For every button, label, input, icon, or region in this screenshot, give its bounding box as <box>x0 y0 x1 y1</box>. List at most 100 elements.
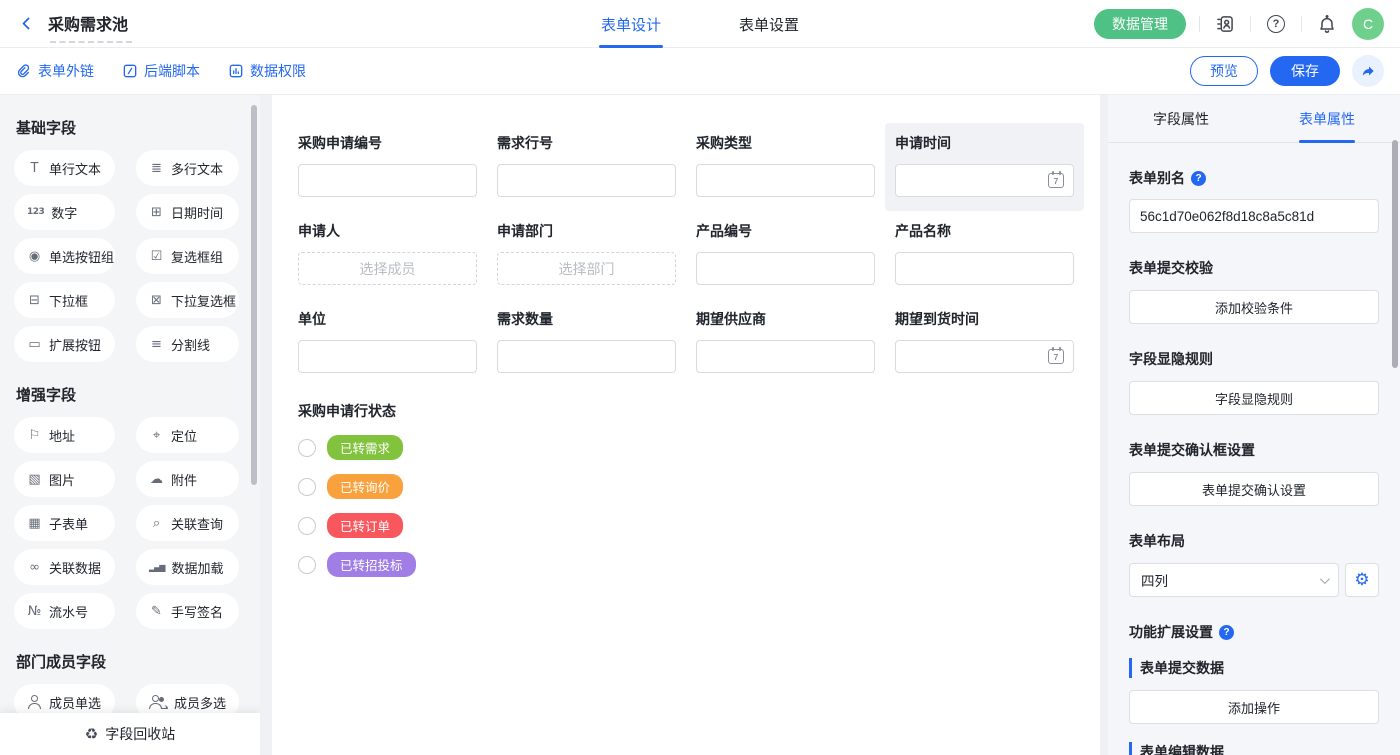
field-cell-purchase-request-no[interactable]: 采购申请编号 <box>288 123 487 211</box>
help-icon[interactable]: ? <box>1219 625 1234 640</box>
field-cell-applicant[interactable]: 申请人 选择成员 <box>288 211 487 299</box>
field-item-single-line-text[interactable]: T单行文本 <box>14 150 115 186</box>
tab-form-settings[interactable]: 表单设置 <box>739 0 799 48</box>
linked-data-icon: ∞ <box>27 560 42 575</box>
recycle-icon: ♻ <box>85 725 98 743</box>
back-button[interactable] <box>16 12 40 36</box>
field-item-signature[interactable]: ✎手写签名 <box>136 593 239 629</box>
toolbar-links: 表单外链 后端脚本 数据权限 <box>16 61 306 81</box>
text-input[interactable] <box>497 164 676 197</box>
field-item-address[interactable]: ⚐地址 <box>14 417 115 453</box>
field-item-location[interactable]: ⌖定位 <box>136 417 239 453</box>
external-link-action[interactable]: 表单外链 <box>16 61 94 81</box>
add-validation-button[interactable]: 添加校验条件 <box>1129 290 1379 324</box>
field-item-image[interactable]: ▧图片 <box>14 461 115 497</box>
page-title[interactable]: 采购需求池 <box>48 11 128 37</box>
text-input[interactable] <box>895 252 1074 285</box>
field-item-select[interactable]: ⊟下拉框 <box>14 282 115 318</box>
persons-icon <box>149 695 167 709</box>
user-avatar[interactable]: C <box>1352 8 1384 40</box>
field-item-number[interactable]: 123数字 <box>14 194 115 230</box>
sidebar-scrollbar[interactable] <box>251 105 257 485</box>
section-title-basic-fields: 基础字段 <box>16 117 246 138</box>
share-button[interactable] <box>1352 55 1384 87</box>
field-cell-product-no[interactable]: 产品编号 <box>686 211 885 299</box>
preview-button[interactable]: 预览 <box>1190 56 1258 86</box>
backend-script-action[interactable]: 后端脚本 <box>122 61 200 81</box>
tab-field-properties[interactable]: 字段属性 <box>1108 95 1254 142</box>
calendar-icon: 7 <box>1048 173 1064 188</box>
field-cell-demand-line-no[interactable]: 需求行号 <box>487 123 686 211</box>
member-picker[interactable]: 选择成员 <box>298 252 477 285</box>
subform-icon: ▦ <box>27 516 42 531</box>
form-toolbar: 表单外链 后端脚本 数据权限 预览 保存 <box>0 48 1400 95</box>
location-icon: ⌖ <box>149 428 164 443</box>
text-input[interactable] <box>696 252 875 285</box>
field-cell-unit[interactable]: 单位 <box>288 299 487 387</box>
data-permission-action[interactable]: 数据权限 <box>228 61 306 81</box>
field-item-data-load[interactable]: ▂▄▆数据加载 <box>136 549 239 585</box>
submit-data-sublabel: 表单提交数据 <box>1129 658 1379 678</box>
layout-settings-button[interactable]: ⚙ <box>1345 563 1379 597</box>
field-item-multi-line-text[interactable]: ≣多行文本 <box>136 150 239 186</box>
help-icon[interactable]: ? <box>1264 12 1288 36</box>
date-input[interactable]: 7 <box>895 164 1074 197</box>
divider <box>1199 16 1200 32</box>
text-input[interactable] <box>497 340 676 373</box>
add-submit-action-button[interactable]: 添加操作 <box>1129 690 1379 724</box>
text-input[interactable] <box>696 164 875 197</box>
notification-bell-icon[interactable] <box>1315 12 1339 36</box>
form-alias-input[interactable] <box>1129 199 1379 233</box>
field-visibility-label: 字段显隐规则 <box>1129 349 1379 369</box>
field-item-extend-button[interactable]: ▭扩展按钮 <box>14 326 115 362</box>
radio-option-converted-bidding[interactable]: 已转招投标 <box>298 552 1074 577</box>
field-item-radio-group[interactable]: ◉单选按钮组 <box>14 238 115 274</box>
radio-icon <box>298 478 316 496</box>
radio-option-converted-demand[interactable]: 已转需求 <box>298 435 1074 460</box>
toolbar-actions: 预览 保存 <box>1190 55 1384 87</box>
canvas-wrapper: 采购申请编号 需求行号 采购类型 申请时间 7 <box>260 95 1104 755</box>
tab-form-properties[interactable]: 表单属性 <box>1254 95 1400 142</box>
field-item-linked-data[interactable]: ∞关联数据 <box>14 549 115 585</box>
field-cell-apply-department[interactable]: 申请部门 选择部门 <box>487 211 686 299</box>
field-cell-demand-qty[interactable]: 需求数量 <box>487 299 686 387</box>
layout-select[interactable]: 四列 <box>1129 563 1339 597</box>
field-cell-request-time[interactable]: 申请时间 7 <box>885 123 1084 211</box>
chevron-left-icon <box>22 17 35 30</box>
department-picker[interactable]: 选择部门 <box>497 252 676 285</box>
field-item-checkbox-group[interactable]: ☑复选框组 <box>136 238 239 274</box>
field-cell-purchase-type[interactable]: 采购类型 <box>686 123 885 211</box>
tab-form-design[interactable]: 表单设计 <box>601 0 661 48</box>
data-manage-button[interactable]: 数据管理 <box>1094 9 1186 39</box>
basic-fields-grid: T单行文本 ≣多行文本 123数字 ⊞日期时间 ◉单选按钮组 ☑复选框组 ⊟下拉… <box>14 150 246 362</box>
help-icon[interactable]: ? <box>1191 171 1206 186</box>
panel-scrollbar[interactable] <box>1392 140 1398 368</box>
field-recycle-bin[interactable]: ♻ 字段回收站 <box>0 713 260 755</box>
field-item-linked-query[interactable]: ⌕关联查询 <box>136 505 239 541</box>
field-visibility-button[interactable]: 字段显隐规则 <box>1129 381 1379 415</box>
field-item-divider[interactable]: ≡分割线 <box>136 326 239 362</box>
radio-option-converted-inquiry[interactable]: 已转询价 <box>298 474 1074 499</box>
status-badge: 已转询价 <box>327 474 403 499</box>
text-input[interactable] <box>298 340 477 373</box>
text-input[interactable] <box>298 164 477 197</box>
number-icon: 123 <box>27 207 44 217</box>
field-item-datetime[interactable]: ⊞日期时间 <box>136 194 239 230</box>
date-input[interactable]: 7 <box>895 340 1074 373</box>
extension-settings-label: 功能扩展设置 ? <box>1129 622 1379 642</box>
field-item-attachment[interactable]: ☁附件 <box>136 461 239 497</box>
field-cell-request-line-status[interactable]: 采购申请行状态 已转需求 已转询价 已转订单 <box>288 387 1084 577</box>
panel-content: 表单别名 ? 表单提交校验 添加校验条件 字段显隐规则 字段显隐规则 表单提交确… <box>1108 168 1400 755</box>
radio-option-converted-order[interactable]: 已转订单 <box>298 513 1074 538</box>
field-item-multi-select[interactable]: ⊠下拉复选框 <box>136 282 239 318</box>
submit-validation-label: 表单提交校验 <box>1129 258 1379 278</box>
address-book-icon[interactable] <box>1213 12 1237 36</box>
save-button[interactable]: 保存 <box>1270 56 1340 86</box>
field-item-serial-number[interactable]: №流水号 <box>14 593 115 629</box>
field-cell-product-name[interactable]: 产品名称 <box>885 211 1084 299</box>
field-cell-expected-arrival[interactable]: 期望到货时间 7 <box>885 299 1084 387</box>
field-cell-expected-supplier[interactable]: 期望供应商 <box>686 299 885 387</box>
field-item-subform[interactable]: ▦子表单 <box>14 505 115 541</box>
text-input[interactable] <box>696 340 875 373</box>
submit-confirm-button[interactable]: 表单提交确认设置 <box>1129 472 1379 506</box>
